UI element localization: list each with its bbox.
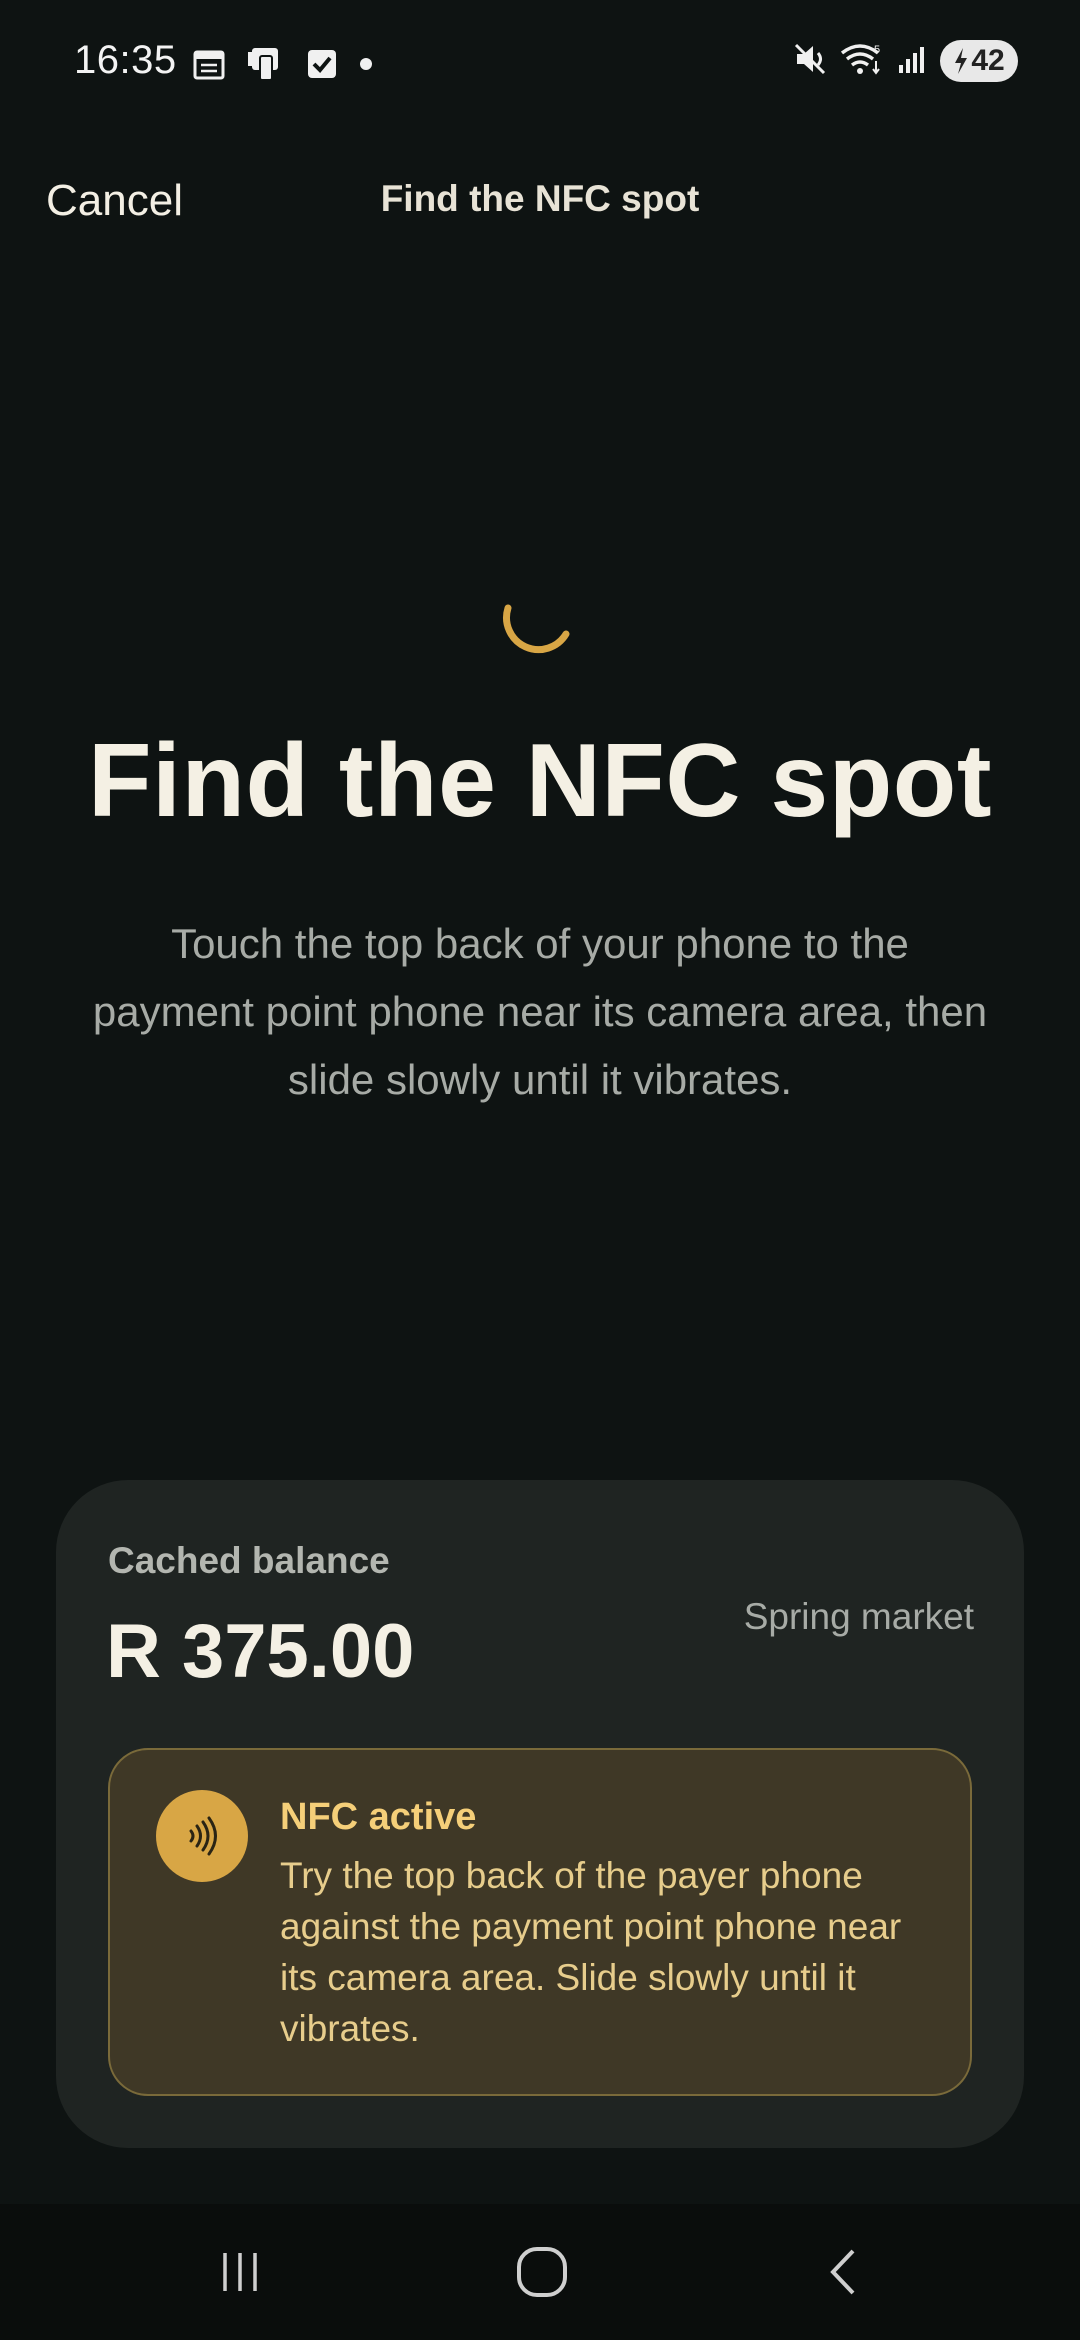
market-label: Spring market: [743, 1596, 974, 1637]
home-button[interactable]: [502, 2240, 582, 2304]
wifi-icon: 5: [840, 41, 884, 82]
svg-text:5: 5: [874, 44, 880, 56]
nfc-icon: [156, 1790, 248, 1882]
status-left-icons: [192, 46, 374, 87]
instructions-text: Touch the top back of your phone to the …: [92, 920, 988, 1103]
status-bar: 16:35 5 42: [0, 0, 1080, 130]
calendar-icon: [192, 47, 226, 86]
nfc-status-box: NFC active Try the top back of the payer…: [108, 1748, 972, 2096]
mute-icon: [792, 41, 828, 82]
recent-apps-icon: [223, 2253, 257, 2291]
status-right-icons: 5 42: [792, 40, 1018, 82]
signal-icon: [896, 43, 928, 80]
back-button[interactable]: [804, 2240, 884, 2304]
nfc-status-title: NFC active: [280, 1796, 477, 1838]
nfc-status-message: Try the top back of the payer phone agai…: [280, 1855, 902, 2049]
checkbox-icon: [306, 48, 338, 85]
navigation-bar: [0, 2204, 1080, 2340]
back-icon: [830, 2249, 855, 2295]
balance-value: R 375.00: [106, 1609, 415, 1694]
page-title: Find the NFC spot: [88, 723, 992, 839]
home-icon: [517, 2247, 567, 2297]
dot-icon: [358, 56, 374, 77]
status-time: 16:35: [74, 38, 177, 82]
battery-icon: 42: [940, 40, 1018, 82]
balance-card: Cached balance R 375.00 Spring market NF…: [56, 1480, 1024, 2148]
balance-label: Cached balance: [108, 1540, 390, 1581]
battery-level: 42: [971, 44, 1005, 77]
header-title: Find the NFC spot: [380, 178, 700, 219]
device-icon: [246, 46, 286, 87]
recent-apps-button[interactable]: [200, 2240, 280, 2304]
loading-spinner-icon: [496, 582, 576, 662]
